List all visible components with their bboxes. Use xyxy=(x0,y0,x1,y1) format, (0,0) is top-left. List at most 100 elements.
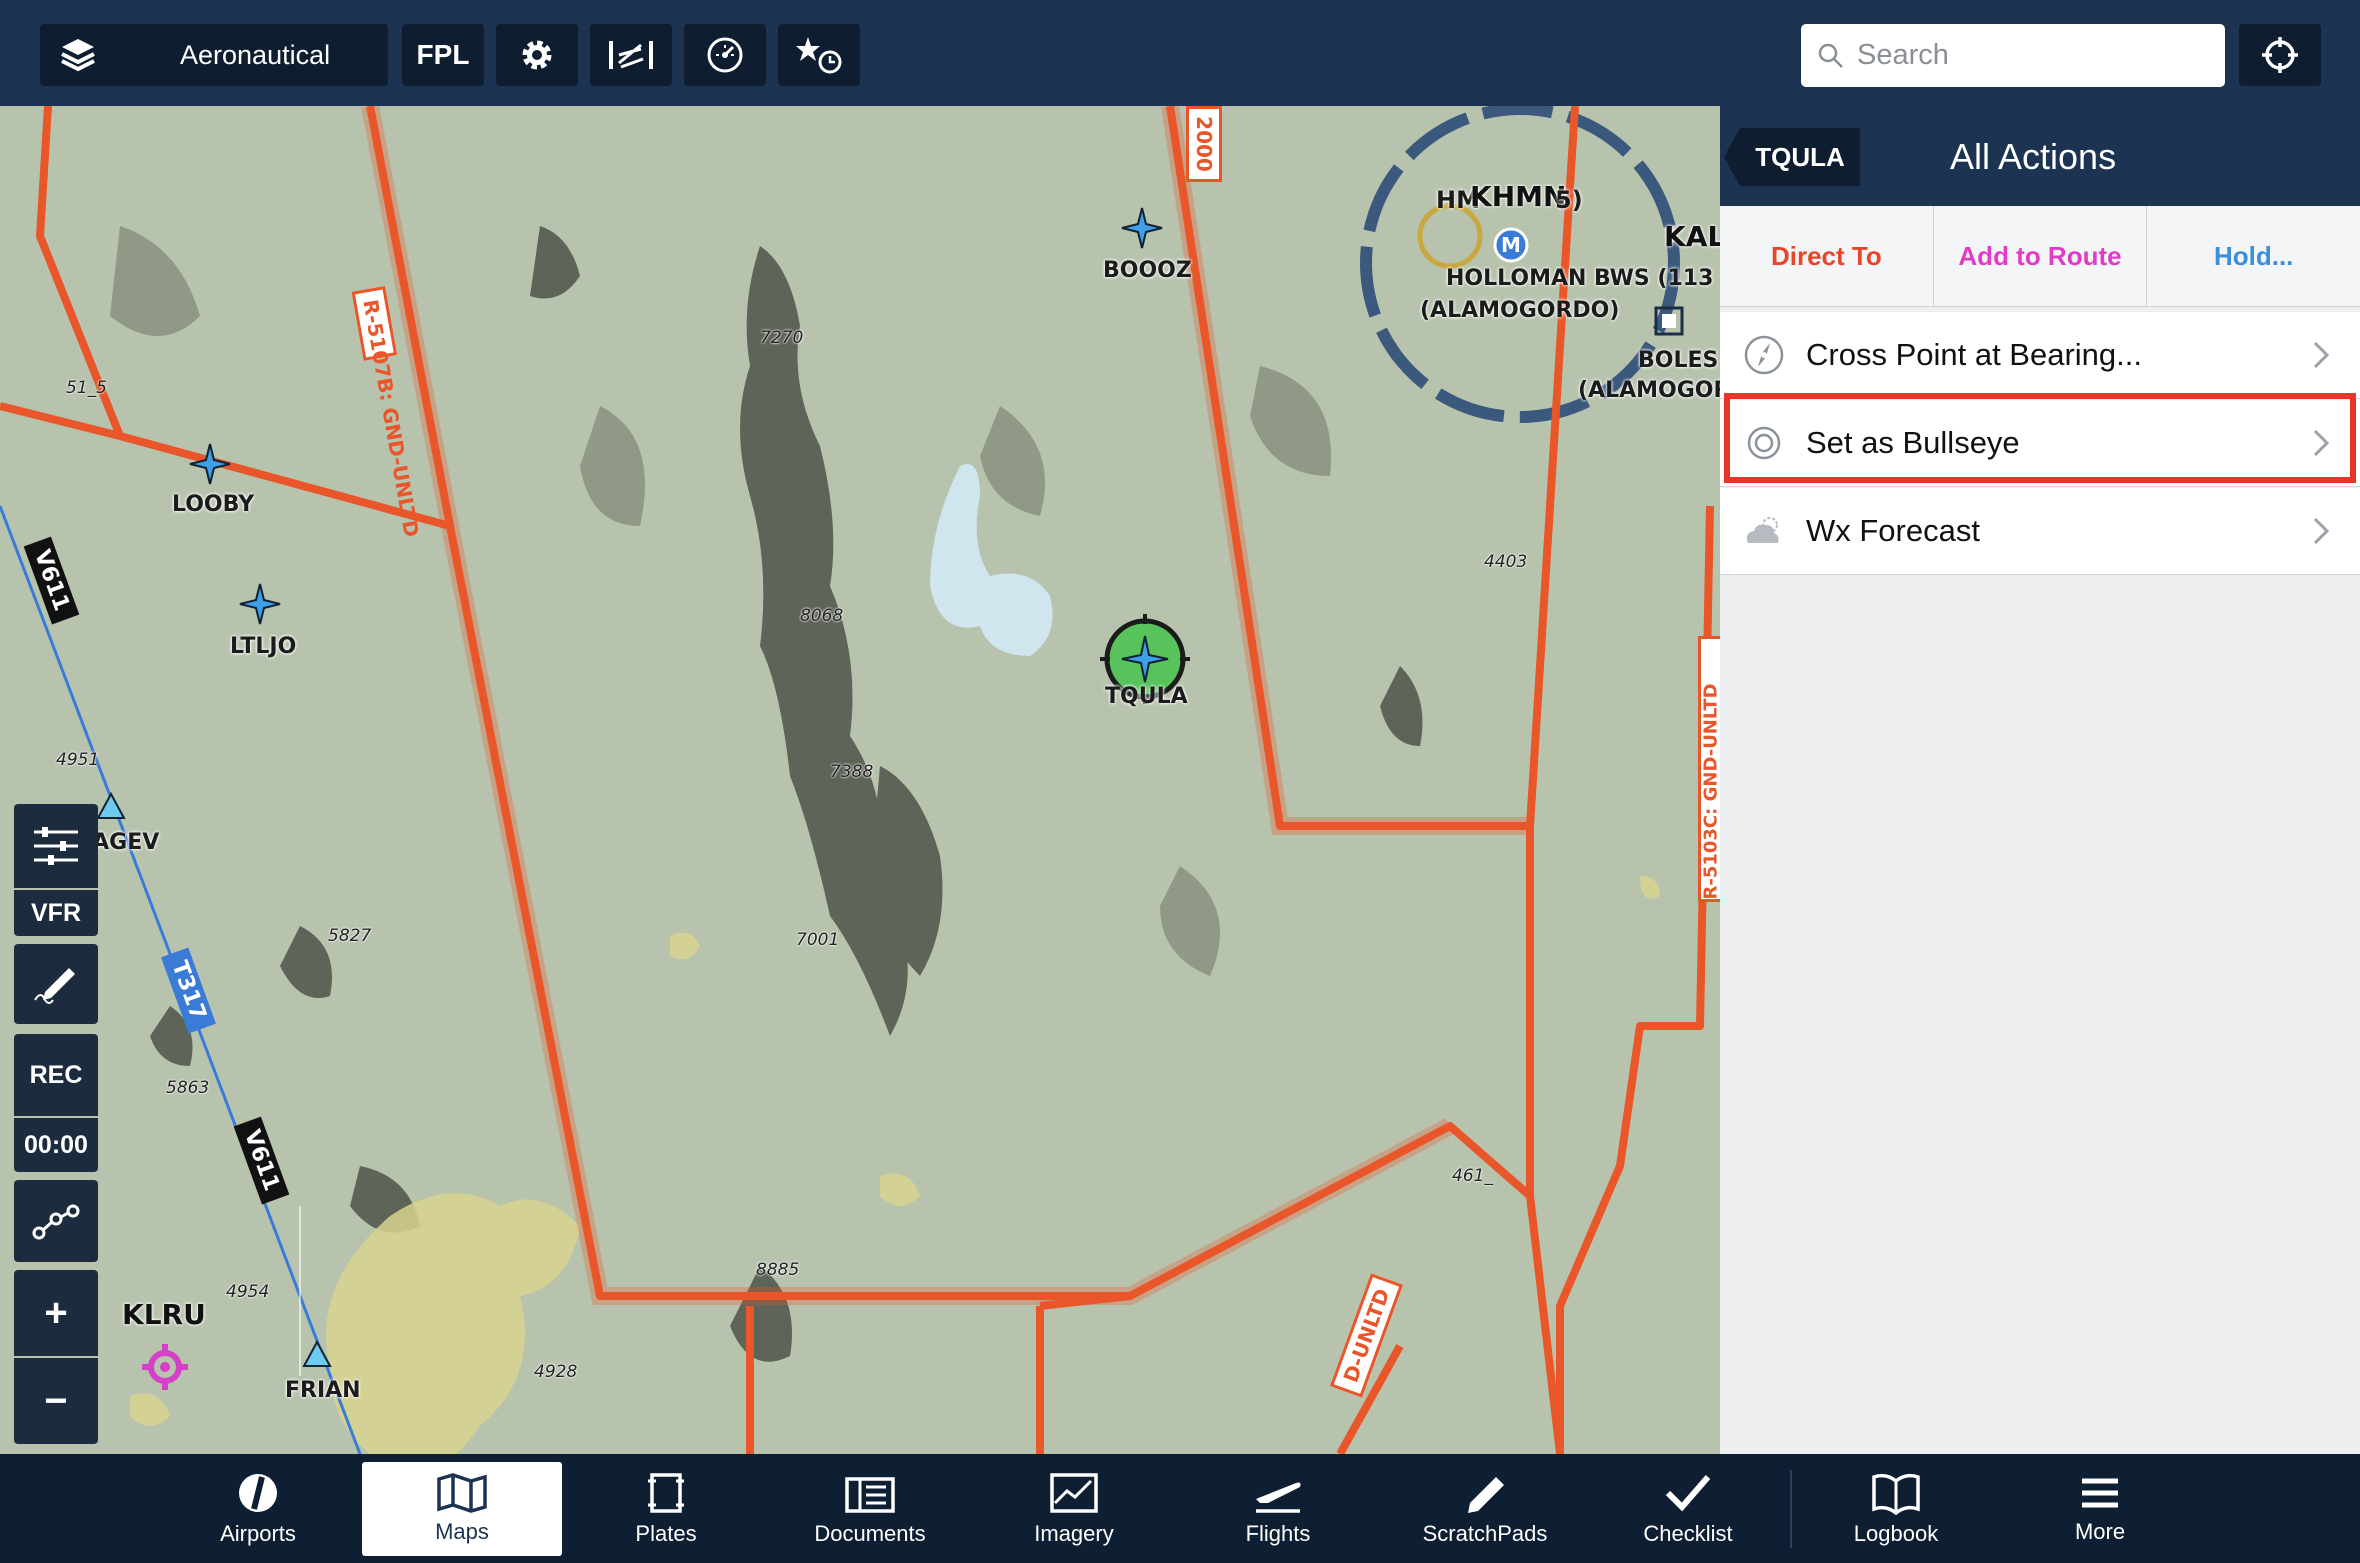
plane-takeoff-icon xyxy=(1256,1482,1301,1513)
zoom-in-button[interactable]: + xyxy=(14,1270,98,1356)
zoom-out-button[interactable]: − xyxy=(14,1358,98,1444)
waypoint-label: FRIAN xyxy=(285,1378,361,1403)
pencil-icon xyxy=(34,968,75,1004)
tab-label: More xyxy=(2074,1518,2126,1544)
elevation-label: 5827 xyxy=(328,926,372,946)
profile-view-button[interactable] xyxy=(590,24,672,86)
hold-button[interactable]: Hold... xyxy=(2147,206,2360,306)
elevation-label: 4403 xyxy=(1484,552,1528,572)
vfr-button[interactable]: VFR xyxy=(14,890,98,936)
search-field[interactable]: Search xyxy=(1801,24,2225,87)
gauge-icon xyxy=(707,37,743,73)
tab-airports[interactable]: Airports xyxy=(196,1454,320,1563)
svg-text:M: M xyxy=(1501,233,1521,257)
map-view[interactable]: R-5107B: GND-UNLTD 2000 R-5103C: GND-UNL… xyxy=(0,106,1730,1454)
elevation-label: 7001 xyxy=(796,930,840,950)
airport-detail: 5) xyxy=(1555,186,1583,214)
waypoint-star-icon[interactable] xyxy=(238,582,282,626)
waypoint-label: LOOBY xyxy=(172,492,255,517)
fpl-label: FPL xyxy=(416,39,470,70)
sliders-icon xyxy=(34,827,78,865)
rec-label: REC xyxy=(29,1060,83,1089)
record-button[interactable]: REC xyxy=(14,1034,98,1116)
profile-view-icon xyxy=(609,41,653,69)
wx-forecast-row[interactable]: Wx Forecast xyxy=(1720,488,2360,575)
chevron-right-icon xyxy=(2313,341,2330,369)
panel-header: TQULA All Actions xyxy=(1720,106,2360,206)
crosshair-icon xyxy=(2262,37,2298,73)
draw-button[interactable] xyxy=(14,944,98,1024)
add-to-route-button[interactable]: Add to Route xyxy=(1934,206,2148,306)
airport-icon xyxy=(239,1473,277,1512)
elevation-label: 5863 xyxy=(166,1078,210,1098)
airport-detail: HOLLOMAN BWS (113 xyxy=(1446,266,1714,291)
layers-icon xyxy=(58,35,98,75)
tab-scratchpads[interactable]: ScratchPads xyxy=(1410,1454,1560,1563)
cross-point-bearing-row[interactable]: Cross Point at Bearing... xyxy=(1720,312,2360,399)
row-label: Wx Forecast xyxy=(1806,513,1980,548)
layers-label: Aeronautical xyxy=(180,39,331,70)
instruments-button[interactable] xyxy=(684,24,766,86)
tab-flights[interactable]: Flights xyxy=(1222,1454,1334,1563)
route-icon xyxy=(32,1204,80,1240)
elevation-label: 4954 xyxy=(226,1282,270,1302)
search-icon xyxy=(1818,43,1843,68)
star-clock-icon xyxy=(796,37,842,74)
waypoint-star-icon[interactable] xyxy=(1120,206,1164,250)
tab-label: Imagery xyxy=(1034,1520,1114,1546)
airport-detail: (ALAMOGORDO) xyxy=(1420,298,1620,323)
vfr-label: VFR xyxy=(31,898,81,927)
documents-icon xyxy=(845,1476,895,1513)
tab-divider xyxy=(1790,1470,1792,1548)
airport-detail: (ALAMOGOR xyxy=(1578,378,1731,403)
map-icon xyxy=(437,1473,487,1513)
tab-documents[interactable]: Documents xyxy=(800,1454,940,1563)
settings-button[interactable] xyxy=(496,24,578,86)
locate-button[interactable] xyxy=(2239,24,2321,86)
tab-imagery[interactable]: Imagery xyxy=(1014,1454,1134,1563)
waypoint-triangle-icon[interactable] xyxy=(302,1340,332,1368)
elevation-label: 8885 xyxy=(756,1260,800,1280)
tab-label: Checklist xyxy=(1643,1520,1733,1546)
tab-checklist[interactable]: Checklist xyxy=(1628,1454,1748,1563)
chevron-right-icon xyxy=(2313,517,2330,545)
fpl-button[interactable]: FPL xyxy=(402,24,484,86)
imagery-icon xyxy=(1050,1472,1098,1513)
elevation-label: 461_ xyxy=(1452,1166,1493,1186)
tab-logbook[interactable]: Logbook xyxy=(1836,1454,1956,1563)
tab-more[interactable]: More xyxy=(2040,1454,2160,1563)
waypoint-triangle-icon[interactable] xyxy=(96,792,126,820)
menu-icon xyxy=(2082,1478,2118,1507)
tab-label: ScratchPads xyxy=(1422,1520,1548,1546)
direct-to-button[interactable]: Direct To xyxy=(1720,206,1934,306)
waypoint-star-icon[interactable] xyxy=(188,442,232,486)
tab-plates[interactable]: Plates xyxy=(610,1454,722,1563)
airport-icon[interactable] xyxy=(140,1342,190,1392)
elevation-label: 51_5 xyxy=(66,378,107,398)
elevation-label: 7388 xyxy=(830,762,874,782)
tab-label: Documents xyxy=(814,1520,926,1546)
map-settings-button[interactable] xyxy=(14,804,98,888)
gear-icon xyxy=(522,40,552,70)
checkmark-icon xyxy=(1665,1474,1711,1511)
weather-icon xyxy=(1742,509,1786,553)
elevation-label: 4928 xyxy=(534,1362,578,1382)
recents-button[interactable] xyxy=(778,24,860,86)
tab-label: Logbook xyxy=(1853,1520,1939,1546)
waypoint-label-selected: TQULA xyxy=(1105,684,1188,709)
back-button[interactable]: TQULA xyxy=(1724,128,1860,186)
tab-label: Plates xyxy=(635,1520,697,1546)
navaid-icon[interactable] xyxy=(1652,304,1686,338)
waypoint-label: LTLJO xyxy=(230,634,297,659)
tab-maps[interactable]: Maps xyxy=(362,1462,562,1556)
panel-title: All Actions xyxy=(1950,136,2117,177)
altitude-label: 2000 xyxy=(1186,106,1222,182)
bottom-tab-bar: Airports Maps Plates Documents Imagery F… xyxy=(0,1454,2360,1563)
top-toolbar: Aeronautical FPL Search xyxy=(0,0,2360,106)
route-tool-button[interactable] xyxy=(14,1180,98,1262)
layers-button[interactable]: Aeronautical xyxy=(40,24,388,86)
military-airport-icon[interactable]: M xyxy=(1490,224,1532,266)
waypoint-name: TQULA xyxy=(1755,141,1845,172)
airport-detail: BOLES xyxy=(1638,348,1719,373)
airport-label: KLRU xyxy=(122,1298,206,1331)
